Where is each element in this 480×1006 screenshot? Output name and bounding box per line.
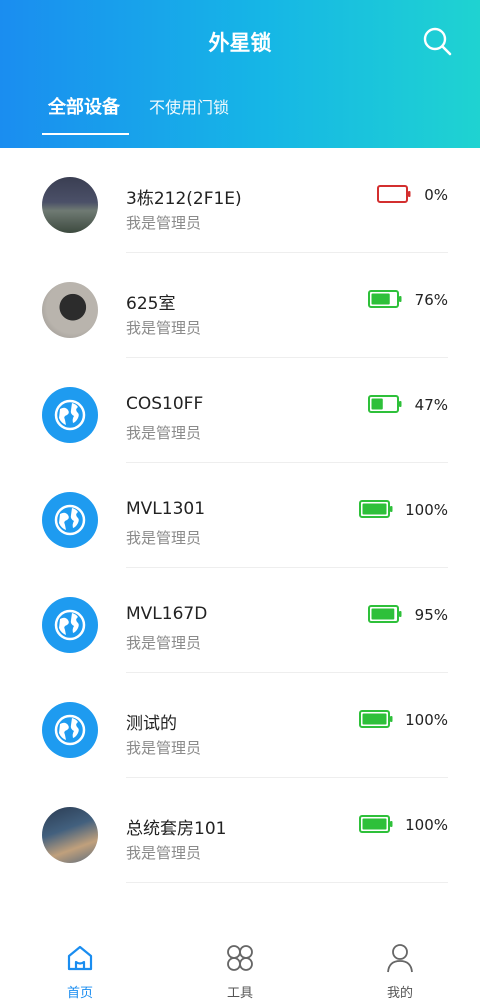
device-row[interactable]: 测试的 我是管理员 100%	[0, 673, 480, 778]
globe-icon	[54, 504, 86, 536]
device-avatar	[42, 702, 98, 758]
device-name: MVL167D	[126, 604, 208, 624]
nav-mine-label: 我的	[386, 986, 413, 1001]
device-role: 我是管理员	[126, 529, 202, 547]
battery-percent: 0%	[424, 186, 448, 204]
device-name: MVL1301	[126, 499, 206, 519]
device-row[interactable]: MVL167D 我是管理员 95%	[0, 568, 480, 673]
device-name: COS10FF	[126, 394, 204, 414]
tab-all-devices[interactable]: 全部设备	[48, 93, 120, 119]
battery-icon	[368, 605, 402, 623]
app-title: 外星锁	[208, 31, 272, 55]
device-role: 我是管理员	[126, 319, 202, 337]
battery-percent: 76%	[414, 291, 448, 309]
device-name: 测试的	[126, 714, 177, 734]
device-list: 3栋212(2F1E) 我是管理员 0% 625室 我是管理员 76% COS1…	[0, 148, 480, 883]
battery-icon	[377, 185, 411, 203]
device-avatar	[42, 807, 98, 863]
battery-icon	[359, 710, 393, 728]
battery-icon	[368, 395, 402, 413]
bottom-nav: 首页 工具 我的	[0, 930, 480, 1006]
device-row[interactable]: 总统套房101 我是管理员 100%	[0, 778, 480, 883]
device-avatar	[42, 177, 98, 233]
globe-icon	[54, 399, 86, 431]
device-avatar	[42, 492, 98, 548]
device-role: 我是管理员	[126, 634, 202, 652]
device-role: 我是管理员	[126, 844, 202, 862]
device-avatar	[42, 597, 98, 653]
battery-percent: 100%	[405, 501, 448, 519]
device-row[interactable]: 3栋212(2F1E) 我是管理员 0%	[0, 148, 480, 253]
app-header: 外星锁 全部设备 不使用门锁	[0, 0, 480, 148]
tab-unused-locks[interactable]: 不使用门锁	[149, 94, 229, 118]
nav-tools-label: 工具	[226, 986, 253, 1001]
nav-mine[interactable]: 我的	[340, 930, 460, 1006]
user-icon	[387, 944, 413, 973]
nav-tools[interactable]: 工具	[180, 930, 300, 1006]
home-icon	[67, 945, 93, 971]
battery-percent: 100%	[405, 816, 448, 834]
battery-icon	[359, 815, 393, 833]
device-avatar	[42, 282, 98, 338]
device-name: 625室	[126, 294, 176, 314]
tools-icon	[227, 945, 253, 971]
divider	[126, 882, 448, 883]
nav-home-label: 首页	[66, 986, 93, 1001]
device-row[interactable]: COS10FF 我是管理员 47%	[0, 358, 480, 463]
device-row[interactable]: 625室 我是管理员 76%	[0, 253, 480, 358]
search-button[interactable]	[420, 24, 454, 58]
battery-icon	[368, 290, 402, 308]
search-icon	[423, 27, 452, 56]
battery-percent: 47%	[414, 396, 448, 414]
device-role: 我是管理员	[126, 739, 202, 757]
battery-icon	[359, 500, 393, 518]
device-name: 总统套房101	[126, 819, 227, 839]
battery-percent: 100%	[405, 711, 448, 729]
device-role: 我是管理员	[126, 424, 202, 442]
globe-icon	[54, 714, 86, 746]
device-role: 我是管理员	[126, 214, 202, 232]
device-name: 3栋212(2F1E)	[126, 189, 242, 209]
battery-percent: 95%	[414, 606, 448, 624]
device-avatar	[42, 387, 98, 443]
nav-home[interactable]: 首页	[20, 930, 140, 1006]
globe-icon	[54, 609, 86, 641]
device-row[interactable]: MVL1301 我是管理员 100%	[0, 463, 480, 568]
active-tab-indicator	[42, 133, 129, 135]
